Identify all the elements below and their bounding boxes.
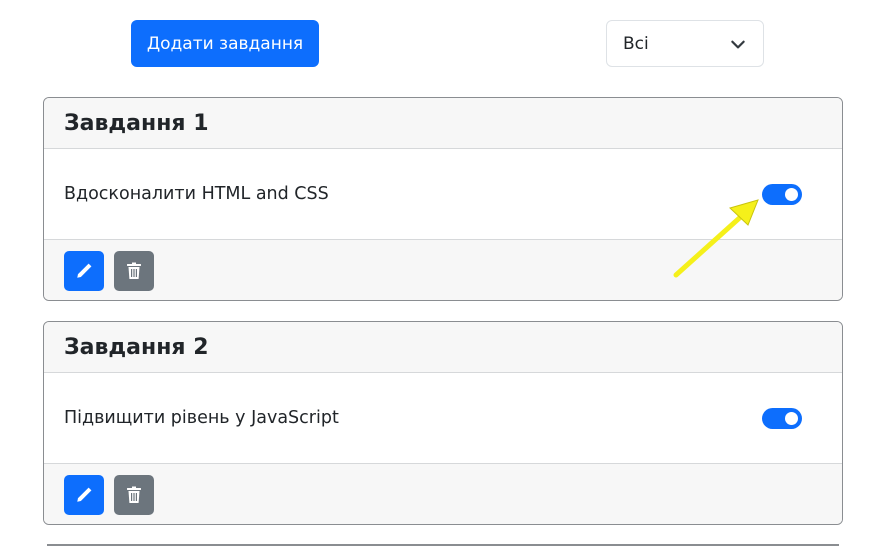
- trash-icon: [127, 486, 141, 503]
- task-actions: [44, 464, 842, 524]
- task-title: Завдання 2: [44, 322, 842, 373]
- task-card: Завдання 2 Підвищити рівень у JavaScript: [43, 321, 843, 525]
- filter-select[interactable]: Всі: [606, 20, 764, 67]
- chevron-down-icon: [731, 40, 745, 49]
- task-title: Завдання 1: [44, 98, 842, 149]
- pencil-icon: [77, 487, 92, 502]
- add-task-button[interactable]: Додати завдання: [131, 20, 319, 67]
- task-status-toggle[interactable]: [762, 184, 802, 205]
- delete-task-button[interactable]: [114, 250, 154, 291]
- edit-task-button[interactable]: [64, 250, 104, 291]
- task-description: Вдосконалити HTML and CSS: [64, 184, 329, 204]
- task-actions: [44, 240, 842, 300]
- task-card: Завдання 1 Вдосконалити HTML and CSS: [43, 97, 843, 301]
- task-status-toggle[interactable]: [762, 408, 802, 429]
- delete-task-button[interactable]: [114, 474, 154, 515]
- task-body: Підвищити рівень у JavaScript: [44, 373, 842, 464]
- filter-select-value: Всі: [623, 33, 649, 54]
- edit-task-button[interactable]: [64, 474, 104, 515]
- trash-icon: [127, 262, 141, 279]
- toggle-knob: [785, 188, 798, 201]
- task-body: Вдосконалити HTML and CSS: [44, 149, 842, 240]
- task-description: Підвищити рівень у JavaScript: [64, 408, 339, 428]
- toggle-knob: [785, 412, 798, 425]
- pencil-icon: [77, 263, 92, 278]
